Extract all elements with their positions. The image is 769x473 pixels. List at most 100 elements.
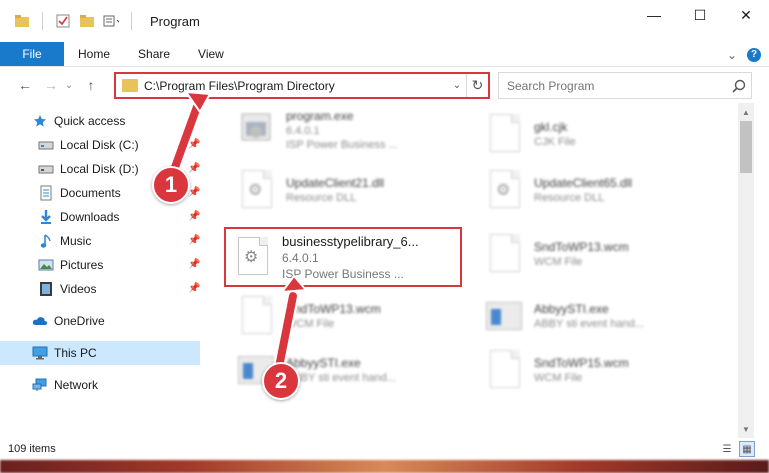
music-icon [38, 233, 54, 249]
tab-share[interactable]: Share [124, 42, 184, 66]
list-item[interactable]: SndToWP13.wcm WCM File [468, 227, 718, 281]
tab-file[interactable]: File [0, 42, 64, 66]
search-box[interactable] [498, 72, 752, 99]
target-file-item[interactable]: ⚙ businesstypelibrary_6... 6.4.0.1 ISP P… [224, 227, 462, 287]
toolbar-divider [42, 12, 43, 30]
sidebar-item-quick-access[interactable]: Quick access [0, 109, 200, 133]
folder-icon[interactable] [14, 13, 30, 29]
list-item[interactable]: program.exe 6.4.0.1 ISP Power Business .… [220, 103, 470, 157]
recent-locations-button[interactable]: ⌄ [62, 74, 76, 96]
pin-icon[interactable]: 📌 [188, 283, 200, 295]
navigation-pane: Quick access Local Disk (C:) 📌 Local Dis… [0, 103, 208, 438]
refresh-button[interactable]: ↻ [466, 74, 488, 97]
sidebar-item-label: Network [54, 378, 99, 392]
exe-icon [234, 108, 278, 152]
minimize-button[interactable]: — [631, 0, 677, 30]
window-title: Program [150, 13, 200, 29]
ribbon-right: ⌄ ? [727, 42, 761, 67]
gear-file-icon: ⚙ [482, 168, 526, 212]
file-icon [482, 112, 526, 156]
file-name: AbbyySTI.exe [286, 356, 361, 370]
new-folder-icon[interactable] [79, 13, 95, 29]
forward-button[interactable]: → [40, 74, 62, 96]
properties-icon[interactable] [55, 13, 71, 29]
pin-icon[interactable]: 📌 [188, 211, 200, 223]
pin-icon[interactable]: 📌 [188, 139, 200, 151]
list-item[interactable]: SndToWP13.wcm WCM File [220, 289, 470, 343]
cloud-icon [32, 313, 48, 329]
star-icon [32, 113, 48, 129]
customize-toolbar-icon[interactable] [103, 13, 119, 29]
back-button[interactable]: ← [14, 74, 36, 96]
sidebar-item-pictures[interactable]: Pictures 📌 [0, 253, 200, 277]
file-name: program.exe [286, 109, 354, 123]
address-bar[interactable]: C:\Program Files\Program Directory ⌄ ↻ [114, 72, 490, 99]
sidebar-item-this-pc[interactable]: This PC [0, 341, 200, 365]
list-item[interactable]: gkl.cjk CJK File [468, 107, 718, 161]
sidebar-item-label: Local Disk (D:) [60, 162, 139, 176]
sidebar-item-music[interactable]: Music 📌 [0, 229, 200, 253]
file-name: SndToWP13.wcm [286, 302, 381, 316]
sidebar-item-network[interactable]: Network [0, 373, 200, 397]
file-detail: ABBY sti event hand... [534, 318, 644, 330]
details-view-icon[interactable]: ☰ [719, 441, 735, 457]
up-button[interactable]: ↑ [80, 74, 102, 96]
file-detail: CJK File [534, 136, 576, 148]
sidebar-item-onedrive[interactable]: OneDrive [0, 309, 200, 333]
sidebar-item-local-disk-c[interactable]: Local Disk (C:) 📌 [0, 133, 200, 157]
sidebar-item-label: Music [60, 234, 92, 248]
file-detail: Resource DLL [286, 192, 357, 204]
pin-icon[interactable]: 📌 [188, 259, 200, 271]
file-icon [234, 294, 278, 338]
search-icon[interactable] [727, 79, 751, 93]
folder-icon [122, 79, 138, 92]
list-item[interactable]: ⚙ UpdateClient65.dll Resource DLL [468, 163, 718, 217]
file-name: UpdateClient65.dll [534, 176, 633, 190]
file-detail: ABBY sti event hand... [286, 372, 396, 384]
file-name: SndToWP15.wcm [534, 356, 629, 370]
sidebar-item-label: Documents [60, 186, 121, 200]
address-dropdown-icon[interactable]: ⌄ [448, 80, 466, 91]
file-detail: 6.4.0.1 [286, 125, 320, 137]
file-company: ISP Power Business ... [282, 266, 404, 281]
scroll-thumb[interactable] [740, 121, 752, 173]
list-item[interactable]: AbbyySTI.exe ABBY sti event hand... [220, 343, 470, 397]
view-buttons: ☰ ▦ [719, 441, 755, 457]
file-detail: Resource DLL [534, 192, 605, 204]
item-count: 109 items [8, 443, 56, 455]
vertical-scrollbar[interactable]: ▲ ▼ [738, 103, 754, 438]
file-name: SndToWP13.wcm [534, 240, 629, 254]
pin-icon[interactable]: 📌 [188, 235, 200, 247]
file-icon [482, 348, 526, 392]
file-version: 6.4.0.1 [282, 250, 319, 265]
expand-ribbon-icon[interactable]: ⌄ [727, 48, 737, 62]
sidebar-item-label: OneDrive [54, 314, 105, 328]
tab-view[interactable]: View [184, 42, 238, 66]
title-bar: Program — ☐ ✕ [0, 0, 769, 42]
tab-home[interactable]: Home [64, 42, 124, 66]
download-icon [38, 209, 54, 225]
quick-access-toolbar: Program [0, 0, 200, 42]
list-item[interactable]: SndToWP15.wcm WCM File [468, 343, 718, 397]
sidebar-item-videos[interactable]: Videos 📌 [0, 277, 200, 301]
videos-icon [38, 281, 54, 297]
drive-icon [38, 137, 54, 153]
scroll-down-icon[interactable]: ▼ [738, 422, 754, 436]
maximize-button[interactable]: ☐ [677, 0, 723, 30]
pin-icon[interactable]: 📌 [188, 163, 200, 175]
sidebar-item-downloads[interactable]: Downloads 📌 [0, 205, 200, 229]
ribbon-tabs: File Home Share View ⌄ ? [0, 42, 769, 67]
search-input[interactable] [507, 78, 727, 93]
sidebar-item-label: Pictures [60, 258, 104, 272]
list-item[interactable]: AbbyySTI.exe ABBY sti event hand... [468, 289, 718, 343]
help-icon[interactable]: ? [747, 47, 761, 62]
address-path[interactable]: C:\Program Files\Program Directory [144, 79, 448, 93]
file-name: AbbyySTI.exe [534, 302, 609, 316]
toolbar-divider [131, 12, 132, 30]
tiles-view-icon[interactable]: ▦ [739, 441, 755, 457]
scroll-up-icon[interactable]: ▲ [738, 105, 754, 119]
file-icon [482, 232, 526, 276]
close-button[interactable]: ✕ [723, 0, 769, 30]
file-detail: WCM File [534, 372, 583, 384]
list-item[interactable]: ⚙ UpdateClient21.dll Resource DLL [220, 163, 470, 217]
